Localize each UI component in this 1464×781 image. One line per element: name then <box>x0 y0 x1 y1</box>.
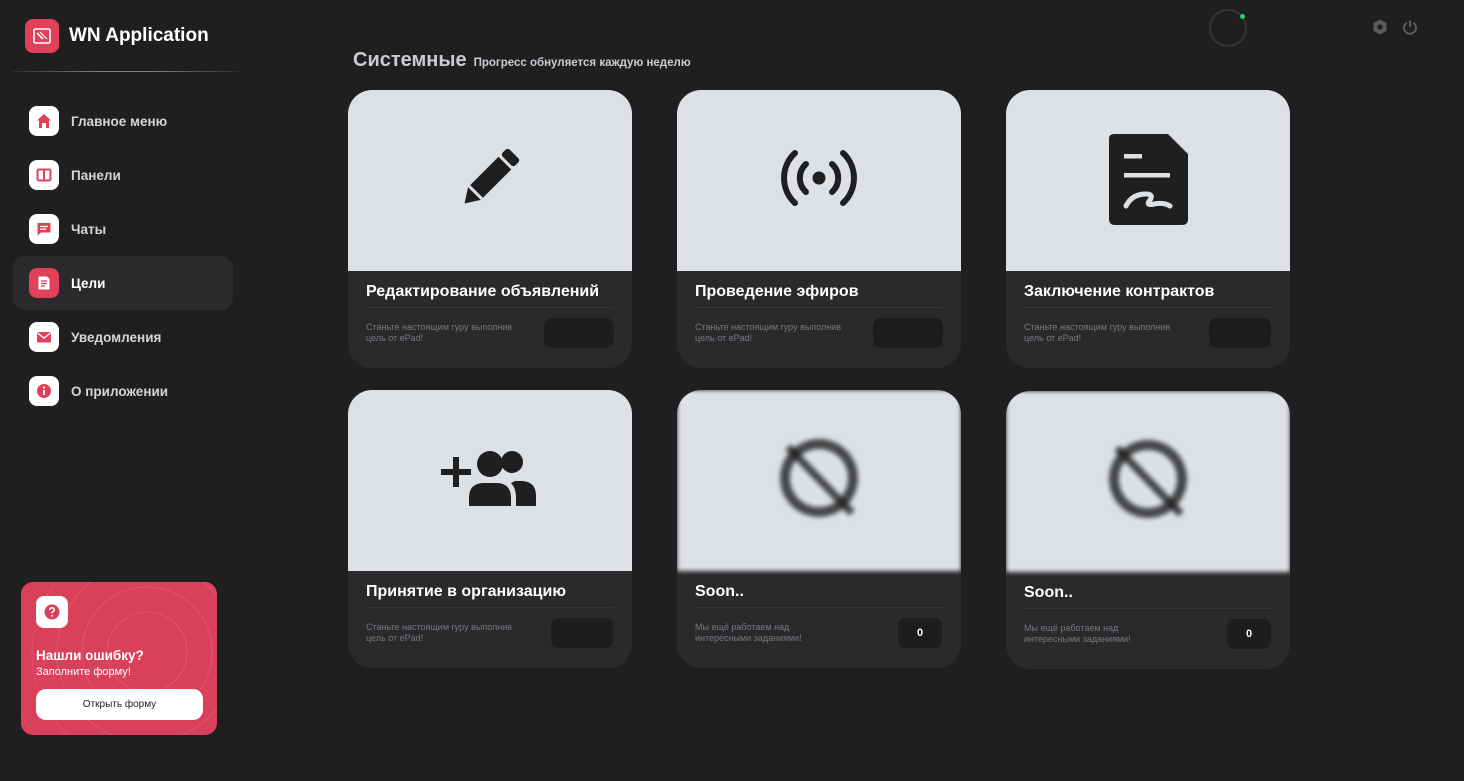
card-description: Станьте настоящим гуру выполнив цель от … <box>1024 322 1171 343</box>
card-title: Soon.. <box>695 583 744 600</box>
power-icon[interactable] <box>1401 18 1419 36</box>
goals-icon <box>29 268 59 298</box>
card-divider <box>366 307 614 308</box>
bug-report-subtitle: Заполните форму! <box>36 666 131 678</box>
card-divider <box>695 307 943 308</box>
panel-icon <box>29 160 59 190</box>
card-progress-badge <box>1209 318 1271 348</box>
sidebar-item-panels[interactable]: Панели <box>13 148 233 202</box>
card-progress-badge: 0 <box>898 618 942 648</box>
card-progress-badge <box>873 318 943 348</box>
sidebar-item-chats[interactable]: Чаты <box>13 202 233 256</box>
card-description: Мы ещё работаем над интересными заданиям… <box>1024 623 1131 644</box>
card-description: Станьте настоящим гуру выполнив цель от … <box>366 622 513 643</box>
sidebar-item-main-menu[interactable]: Главное меню <box>13 94 233 148</box>
card-divider <box>1024 307 1272 308</box>
card-description: Станьте настоящим гуру выполнив цель от … <box>695 322 842 343</box>
app-title: WN Application <box>69 25 209 46</box>
card-title: Soon.. <box>1024 584 1073 601</box>
question-icon <box>36 596 68 628</box>
card-title: Принятие в организацию <box>366 583 566 600</box>
card-image <box>677 90 961 271</box>
app-brand: WN Application <box>25 19 209 53</box>
unavailable-icon <box>776 435 862 526</box>
goal-card-edit-ads[interactable]: Редактирование объявлений Станьте настоя… <box>348 90 632 368</box>
open-form-button[interactable]: Открыть форму <box>36 689 203 720</box>
section-subtitle: Прогресс обнуляется каждую неделю <box>473 57 691 69</box>
card-title: Редактирование объявлений <box>366 283 600 300</box>
info-icon <box>29 376 59 406</box>
sidebar-item-notifications[interactable]: Уведомления <box>13 310 233 364</box>
card-image <box>1006 391 1290 572</box>
section-header: Системные Прогресс обнуляется каждую нед… <box>353 49 691 72</box>
card-divider <box>366 607 614 608</box>
home-icon <box>29 106 59 136</box>
goal-card-soon-1[interactable]: Soon.. Мы ещё работаем над интересными з… <box>677 390 961 668</box>
brand-divider <box>12 71 240 72</box>
card-divider <box>1024 608 1272 609</box>
sidebar-item-label: Цели <box>71 275 106 291</box>
unavailable-icon <box>1105 436 1191 527</box>
add-users-icon <box>441 448 539 513</box>
goal-card-soon-2[interactable]: Soon.. Мы ещё работаем над интересными з… <box>1006 391 1290 669</box>
card-progress-badge: 0 <box>1227 619 1271 649</box>
goal-card-contracts[interactable]: Заключение контрактов Станьте настоящим … <box>1006 90 1290 368</box>
section-title: Системные <box>353 49 467 71</box>
mail-icon <box>29 322 59 352</box>
card-image <box>1006 90 1290 271</box>
card-image <box>348 90 632 271</box>
sidebar-item-label: Уведомления <box>71 329 162 345</box>
card-divider <box>695 607 943 608</box>
broadcast-icon <box>777 146 861 215</box>
goal-card-org-accept[interactable]: Принятие в организацию Станьте настоящим… <box>348 390 632 668</box>
online-status-dot <box>1240 14 1245 19</box>
app-logo-icon <box>25 19 59 53</box>
chat-icon <box>29 214 59 244</box>
goal-card-broadcasts[interactable]: Проведение эфиров Станьте настоящим гуру… <box>677 90 961 368</box>
sidebar-item-label: Панели <box>71 167 121 183</box>
sidebar-nav: Главное меню Панели Чаты Цели Уведомлени… <box>13 94 233 418</box>
card-title: Проведение эфиров <box>695 283 859 300</box>
card-image <box>677 390 961 571</box>
bug-report-title: Нашли ошибку? <box>36 648 144 663</box>
card-progress-badge <box>551 618 613 648</box>
pencil-icon <box>450 138 530 223</box>
card-description: Мы ещё работаем над интересными заданиям… <box>695 622 802 643</box>
card-title: Заключение контрактов <box>1024 283 1215 300</box>
card-image <box>348 390 632 571</box>
sidebar-item-label: О приложении <box>71 383 169 399</box>
settings-icon[interactable] <box>1371 18 1389 36</box>
bug-report-card: Нашли ошибку? Заполните форму! Открыть ф… <box>21 582 217 735</box>
contract-icon <box>1106 130 1190 231</box>
card-description: Станьте настоящим гуру выполнив цель от … <box>366 322 513 343</box>
sidebar-item-about[interactable]: О приложении <box>13 364 233 418</box>
sidebar-item-label: Главное меню <box>71 113 168 129</box>
card-progress-badge <box>544 318 614 348</box>
sidebar-item-goals[interactable]: Цели <box>13 256 233 310</box>
sidebar-item-label: Чаты <box>71 221 107 237</box>
